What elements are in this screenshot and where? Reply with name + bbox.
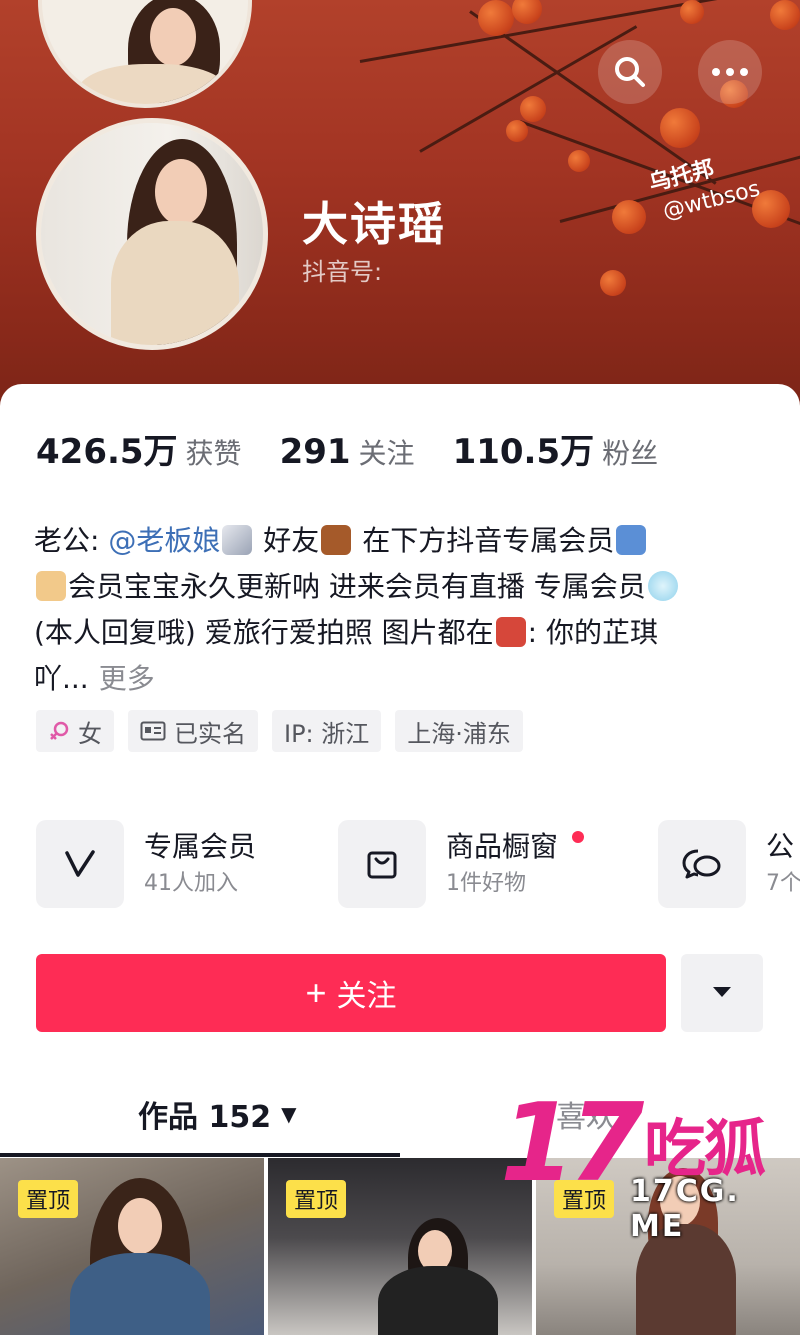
service-title: 公 [766, 830, 795, 863]
video-thumbnail[interactable]: 置顶 [0, 1158, 264, 1335]
service-group-chat[interactable]: 公 7个 [658, 820, 800, 908]
female-icon [48, 720, 70, 742]
pinned-badge: 置顶 [18, 1180, 79, 1218]
profile-nickname: 大诗瑶 [302, 197, 446, 251]
tag-label: 上海·浦东 [407, 719, 511, 748]
tag-location: 上海·浦东 [395, 710, 523, 752]
shop-bag-icon [338, 820, 426, 908]
stat-label: 关注 [358, 437, 415, 470]
watermark-url: 17CG. ME [630, 1174, 740, 1244]
raised-hands-emoji-icon [36, 571, 66, 601]
search-icon [612, 54, 648, 90]
tab-works-label: 作品 152 [138, 1100, 272, 1135]
avatar[interactable] [36, 118, 268, 350]
stat-value: 110.5万 [452, 432, 595, 472]
watermark-logo-number: 17 [500, 1081, 644, 1206]
service-vip-membership[interactable]: 专属会员 41人加入 [36, 820, 256, 908]
down-arrow-emoji-icon [616, 525, 647, 555]
pinned-badge: 置顶 [286, 1180, 347, 1218]
service-subtitle: 41人加入 [144, 871, 238, 896]
service-title: 商品橱窗 [446, 830, 559, 863]
scarf-emoji-icon [495, 617, 526, 647]
service-subtitle: 7个 [766, 871, 800, 896]
plus-icon: + [305, 972, 327, 1013]
caret-down-icon [711, 984, 733, 1003]
tag-ip: IP: 浙江 [272, 710, 382, 752]
bubbles-emoji-icon [647, 571, 678, 601]
bio-text: 好友 [263, 524, 320, 557]
tag-gender: 女 [36, 710, 114, 752]
door-emoji-icon [321, 525, 352, 555]
bio-text: 会员宝宝永久更新呐 进来会员有直播 专属会员 [68, 570, 646, 603]
tag-label: 女 [78, 719, 102, 748]
bio-text: 在下方抖音专属会员 [362, 524, 615, 557]
bio-text: 老公: [34, 524, 100, 557]
bio-mention-link[interactable]: @老板娘 [108, 524, 220, 557]
profile-bio: 老公: @老板娘 好友 在下方抖音专属会员 会员宝宝永久更新呐 进来会员有直播 … [34, 518, 774, 702]
service-subtitle: 1件好物 [446, 871, 526, 896]
douyin-id[interactable]: 抖音号: [302, 252, 382, 287]
bio-text: 吖... [34, 662, 89, 695]
bio-more-link[interactable]: 更多 [99, 662, 155, 695]
follow-label: 关注 [336, 980, 397, 1013]
avatar-preview [38, 0, 252, 108]
recommend-dropdown-button[interactable] [681, 954, 763, 1032]
caret-down-icon: ▼ [281, 1102, 297, 1126]
service-title: 专属会员 [144, 830, 257, 863]
tag-verified: 已实名 [128, 710, 258, 752]
stat-value: 426.5万 [36, 432, 178, 472]
video-thumbnail[interactable]: 置顶 [268, 1158, 532, 1335]
profile-tags: 女 已实名 IP: 浙江 上海·浦东 [36, 710, 537, 752]
stat-label: 粉丝 [602, 437, 659, 470]
more-options-button[interactable] [698, 40, 762, 104]
tab-works[interactable]: 作品 152 ▼ [138, 1092, 296, 1136]
chat-icon [658, 820, 746, 908]
service-row: 专属会员 41人加入 商品橱窗 1件好物 公 7个 [36, 820, 800, 910]
stat-likes[interactable]: 426.5万 获赞 [36, 424, 242, 473]
more-icon [710, 66, 750, 78]
tag-label: IP: 浙江 [284, 719, 370, 748]
bio-text: : 你的芷琪 [527, 616, 658, 649]
service-shop-window[interactable]: 商品橱窗 1件好物 [338, 820, 584, 908]
follow-button[interactable]: + 关注 [36, 954, 666, 1032]
stat-following[interactable]: 291 关注 [280, 432, 415, 472]
tab-indicator [0, 1153, 400, 1157]
stat-followers[interactable]: 110.5万 粉丝 [453, 424, 659, 473]
rocket-emoji-icon [222, 525, 253, 555]
profile-banner: 大诗瑶 抖音号: 乌托邦 @wtbsos [0, 0, 800, 420]
stats-row: 426.5万 获赞 291 关注 110.5万 粉丝 [36, 424, 696, 473]
vip-icon [36, 820, 124, 908]
bio-text: (本人回复哦) 爱旅行爱拍照 图片都在 [34, 616, 494, 649]
tag-label: 已实名 [174, 719, 246, 748]
search-button[interactable] [598, 40, 662, 104]
id-card-icon [140, 721, 166, 741]
stat-value: 291 [279, 432, 351, 472]
notification-dot [572, 831, 584, 843]
stat-label: 获赞 [185, 437, 242, 470]
